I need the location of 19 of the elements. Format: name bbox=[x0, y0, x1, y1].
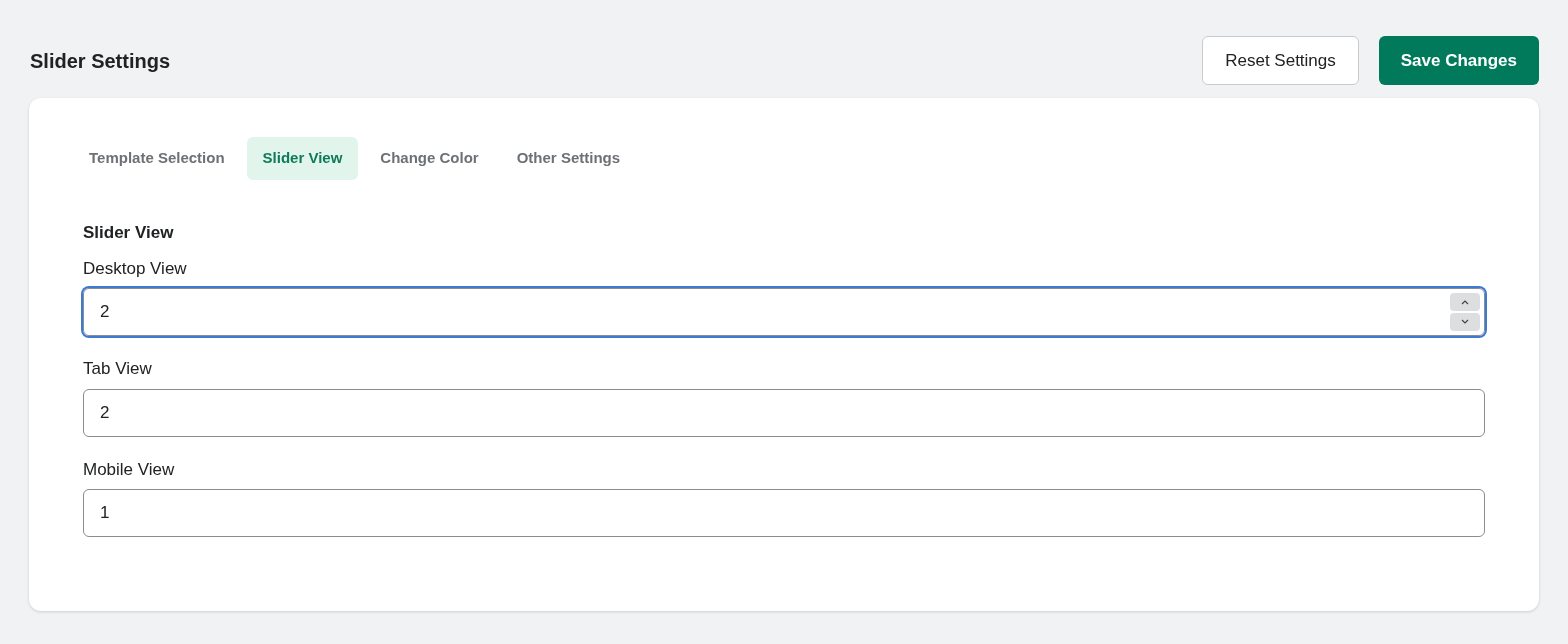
number-input[interactable]: 1 bbox=[83, 489, 1485, 537]
field-label: Desktop View bbox=[83, 257, 188, 280]
tab[interactable]: Change Color bbox=[364, 137, 495, 180]
field-label: Mobile View bbox=[83, 458, 176, 481]
input-value: 2 bbox=[100, 301, 111, 324]
spinner-down-icon[interactable] bbox=[1450, 313, 1480, 331]
number-input[interactable]: 2 bbox=[83, 388, 1485, 437]
number-input[interactable]: 2 bbox=[83, 288, 1485, 336]
section-heading: Slider View bbox=[83, 222, 175, 244]
input-value: 2 bbox=[100, 401, 111, 424]
spinner-up-icon[interactable] bbox=[1450, 293, 1480, 311]
tab[interactable]: Other Settings bbox=[500, 137, 637, 180]
save-button[interactable]: Save Changes bbox=[1378, 36, 1539, 85]
field-label: Tab View bbox=[83, 358, 153, 380]
reset-button[interactable]: Reset Settings bbox=[1202, 36, 1359, 85]
page-title: Slider Settings bbox=[30, 48, 171, 74]
input-value: 1 bbox=[100, 502, 111, 525]
tab[interactable]: Template Selection bbox=[73, 137, 241, 180]
tab[interactable]: Slider View bbox=[246, 137, 359, 180]
